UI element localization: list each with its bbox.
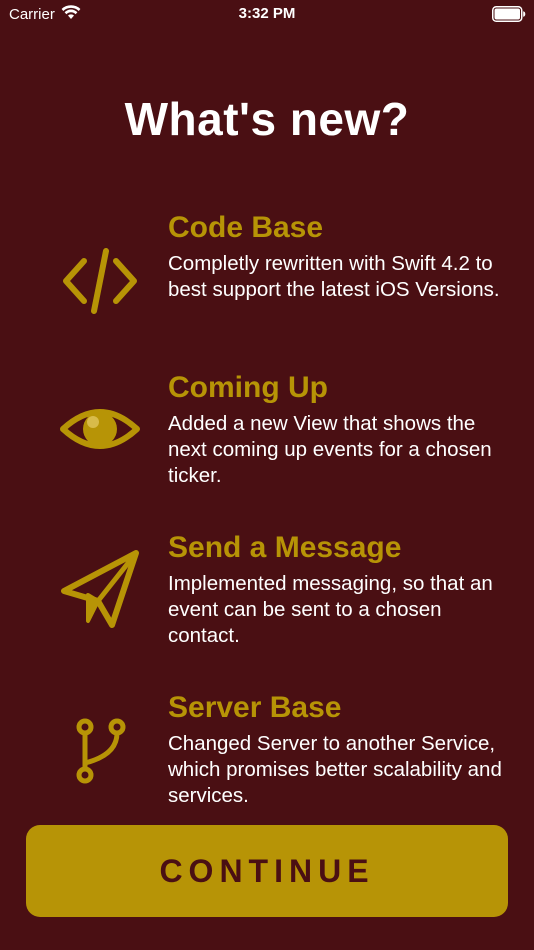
feature-send-a-message: Send a Message Implemented messaging, so… <box>0 531 534 671</box>
feature-title: Server Base <box>168 691 342 724</box>
feature-description: Completly rewritten with Swift 4.2 to be… <box>168 252 500 301</box>
feature-server-base: Server Base Changed Server to another Se… <box>0 691 534 831</box>
paper-plane-icon <box>58 545 142 629</box>
status-bar: Carrier 3:32 PM <box>0 0 534 28</box>
branch-icon <box>58 709 142 793</box>
page-title: What's new? <box>124 93 410 145</box>
status-time: 3:32 PM <box>238 5 296 22</box>
feature-title: Code Base <box>168 211 324 244</box>
feature-description: Changed Server to another Service, which… <box>168 732 502 807</box>
feature-code-base: Code Base Completly rewritten with Swift… <box>0 211 534 351</box>
continue-button[interactable]: CONTINUE <box>26 825 508 917</box>
feature-description: Implemented messaging, so that an event … <box>168 572 493 647</box>
feature-coming-up: Coming Up Added a new View that shows th… <box>0 371 534 511</box>
eye-icon <box>58 387 142 471</box>
feature-title: Send a Message <box>168 531 402 564</box>
battery-icon <box>492 6 526 22</box>
code-icon <box>58 239 142 323</box>
feature-title: Coming Up <box>168 371 328 404</box>
feature-description: Added a new View that shows the next com… <box>168 412 492 487</box>
